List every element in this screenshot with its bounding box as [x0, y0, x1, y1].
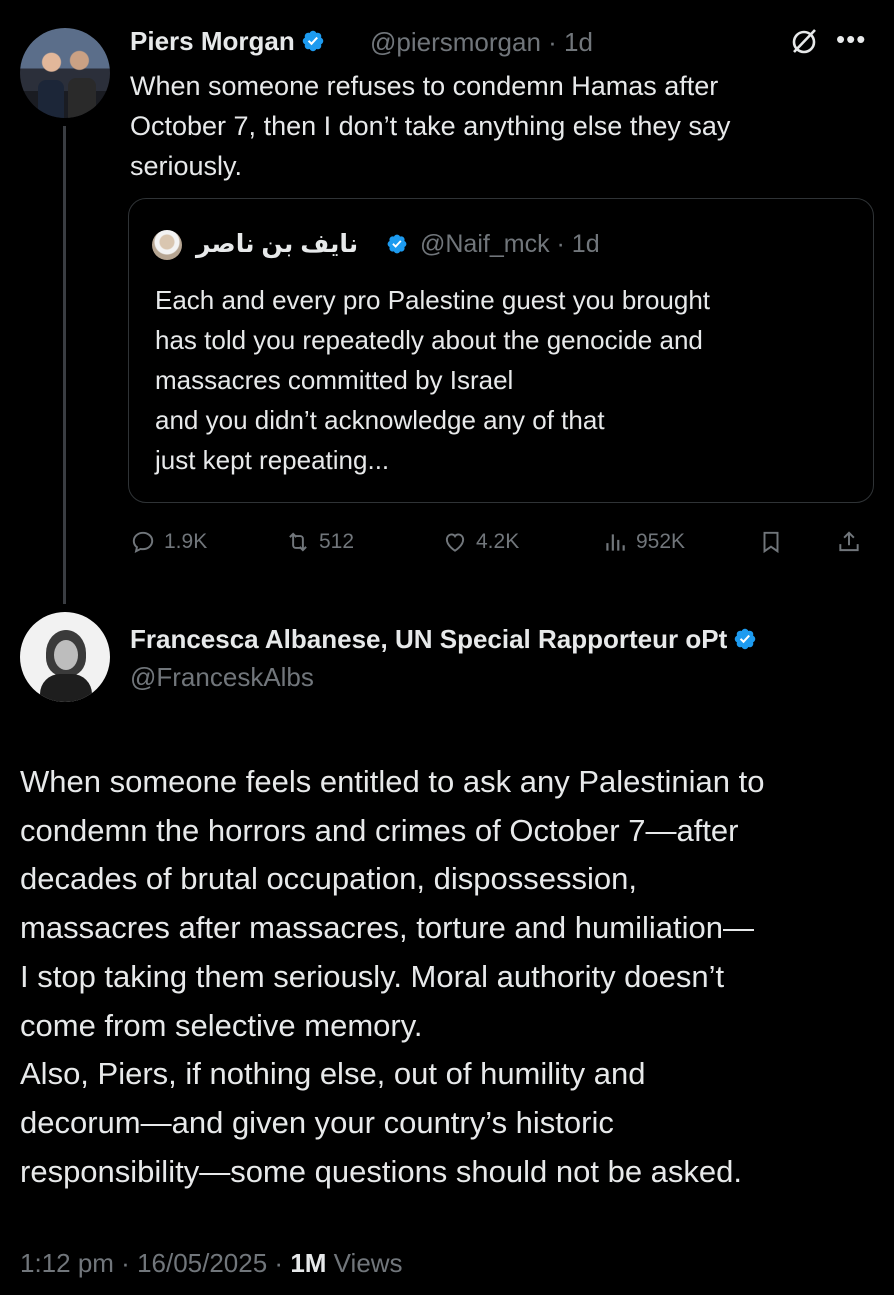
tweet2-timestamp[interactable]: 1:12 pm: [20, 1248, 114, 1278]
share-icon: [839, 531, 859, 552]
retweet-icon: [289, 532, 307, 552]
bookmark-button[interactable]: [758, 524, 792, 560]
retweet-button[interactable]: 512: [285, 524, 354, 560]
verified-badge-icon: [387, 234, 407, 254]
quoted-author-name: نايف بن ناصر: [196, 230, 359, 258]
like-button[interactable]: 4.2K: [442, 524, 519, 560]
avatar-piers-morgan[interactable]: [20, 28, 110, 118]
tweet1-author-name[interactable]: Piers Morgan: [130, 26, 325, 57]
quoted-tweet-text: Each and every pro Palestine guest you b…: [155, 285, 711, 475]
tweet2-handle[interactable]: @FranceskAlbs: [130, 662, 314, 693]
tweet1-timestamp[interactable]: 1d: [564, 27, 593, 57]
views-icon: [606, 534, 625, 551]
thread-connector-line: [63, 126, 66, 604]
views-button[interactable]: 952K: [602, 524, 685, 560]
tweet2-meta: 1:12 pm · 16/05/2025 · 1M Views: [20, 1248, 403, 1278]
like-icon: [445, 533, 465, 552]
grok-icon[interactable]: [788, 25, 820, 57]
avatar-francesca-albanese[interactable]: [20, 612, 110, 702]
tweet2-views-count[interactable]: 1M: [290, 1248, 326, 1278]
tweet2-author-name[interactable]: Francesca Albanese, UN Special Rapporteu…: [130, 624, 757, 655]
tweet2-text: When someone feels entitled to ask any P…: [20, 764, 765, 1189]
reply-button[interactable]: 1.9K: [130, 524, 207, 560]
share-button[interactable]: [836, 524, 870, 560]
reply-icon: [132, 531, 154, 553]
more-icon[interactable]: •••: [836, 24, 866, 55]
quoted-author-avatar[interactable]: [152, 230, 182, 260]
bookmark-icon: [763, 531, 779, 554]
tweet1-text: When someone refuses to condemn Hamas af…: [130, 71, 731, 181]
verified-badge-icon: [734, 628, 756, 650]
quoted-handle-time: @Naif_mck · 1d: [420, 230, 600, 258]
tweet2-date[interactable]: 16/05/2025: [137, 1248, 267, 1278]
tweet1-handle-time[interactable]: @piersmorgan · 1d: [370, 27, 593, 58]
tweet2-views-label: Views: [333, 1248, 403, 1278]
verified-badge-icon: [302, 30, 323, 52]
